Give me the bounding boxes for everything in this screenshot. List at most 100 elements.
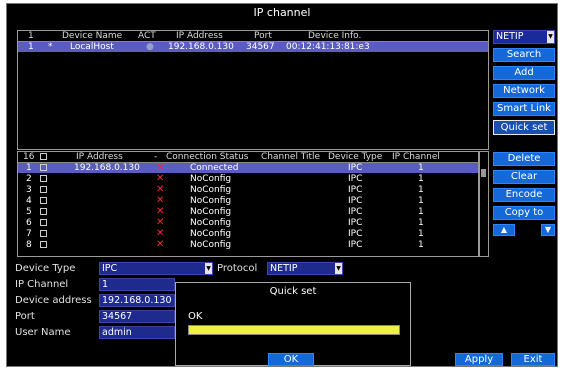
- progress-bar: [188, 325, 400, 335]
- ip-channel-input[interactable]: 1: [99, 278, 175, 291]
- protocol-select[interactable]: NETIP ▼: [267, 262, 343, 275]
- channel-table: 16 IP Address - Connection Status Channe…: [17, 151, 479, 257]
- channel-row-num: 3: [26, 185, 32, 195]
- act-indicator-icon: ●: [146, 42, 154, 52]
- network-button[interactable]: Network: [493, 84, 555, 98]
- header-port: Port: [254, 31, 272, 41]
- dialog-ok-button[interactable]: OK: [268, 353, 314, 366]
- row-checkbox[interactable]: [40, 208, 47, 215]
- port-label: Port: [15, 311, 35, 322]
- channel-row-num: 8: [26, 240, 32, 250]
- header-dash: -: [154, 152, 158, 162]
- channel-row-status: Connected: [190, 163, 239, 173]
- channel-row-device-type: IPC: [348, 207, 363, 217]
- channel-row-ip-channel: 1: [418, 229, 424, 239]
- channel-row-num: 5: [26, 207, 32, 217]
- apply-button[interactable]: Apply: [455, 353, 503, 366]
- channel-row-status: NoConfig: [190, 240, 232, 250]
- channel-row-ip-channel: 1: [418, 218, 424, 228]
- dialog-message: OK: [188, 311, 203, 322]
- scroll-down-button[interactable]: ▼: [541, 224, 555, 236]
- smart-link-button[interactable]: Smart Link: [493, 102, 555, 116]
- protocol-filter-value: NETIP: [496, 31, 524, 42]
- header-ip-channel: IP Channel: [392, 152, 440, 162]
- scrollbar-thumb[interactable]: [481, 169, 486, 177]
- channel-row-ip-channel: 1: [418, 174, 424, 184]
- device-row-mark: *: [48, 42, 53, 52]
- device-row[interactable]: 1 * LocalHost ● 192.168.0.130 34567 00:1…: [18, 42, 488, 52]
- scroll-up-button[interactable]: ▲: [493, 224, 515, 236]
- row-checkbox[interactable]: [40, 241, 47, 248]
- delete-button[interactable]: Delete: [493, 152, 555, 166]
- channel-row-status: NoConfig: [190, 174, 232, 184]
- row-checkbox[interactable]: [40, 219, 47, 226]
- table-row[interactable]: ✕ 3 NoConfig IPC 1: [18, 185, 478, 196]
- table-row[interactable]: ✕ 4 NoConfig IPC 1: [18, 196, 478, 207]
- protocol-filter-select[interactable]: NETIP ▼: [493, 30, 555, 44]
- user-name-input[interactable]: admin: [99, 326, 175, 339]
- device-type-select[interactable]: IPC ▼: [99, 262, 213, 275]
- port-input[interactable]: 34567: [99, 310, 175, 323]
- close-icon[interactable]: ✕: [156, 229, 164, 239]
- encode-button[interactable]: Encode: [493, 188, 555, 202]
- close-icon[interactable]: ✕: [156, 196, 164, 206]
- device-row-info: 00:12:41:13:81:e3: [286, 42, 370, 52]
- channel-row-ip-channel: 1: [418, 207, 424, 217]
- row-checkbox[interactable]: [40, 230, 47, 237]
- dialog-title: Quick set: [269, 286, 317, 297]
- channel-row-device-type: IPC: [348, 185, 363, 195]
- copy-to-button[interactable]: Copy to: [493, 206, 555, 220]
- header-device-type: Device Type: [328, 152, 383, 162]
- clear-button[interactable]: Clear: [493, 170, 555, 184]
- header-act: ACT: [138, 31, 156, 41]
- close-icon[interactable]: ✕: [156, 163, 164, 173]
- search-button[interactable]: Search: [493, 48, 555, 62]
- device-address-input[interactable]: 192.168.0.130: [99, 294, 175, 307]
- row-checkbox[interactable]: [40, 186, 47, 193]
- row-checkbox[interactable]: [40, 164, 47, 171]
- close-icon[interactable]: ✕: [156, 174, 164, 184]
- channel-row-num: 4: [26, 196, 32, 206]
- close-icon[interactable]: ✕: [156, 185, 164, 195]
- add-button[interactable]: Add: [493, 66, 555, 80]
- channel-row-device-type: IPC: [348, 163, 363, 173]
- device-list-table: 1 Device Name ACT IP Address Port Device…: [17, 30, 489, 150]
- channel-row-num: 2: [26, 174, 32, 184]
- table-row[interactable]: ✕ 1 192.168.0.130 Connected IPC 1: [18, 163, 478, 173]
- header-ip-address: IP Address: [76, 152, 123, 162]
- channel-row-status: NoConfig: [190, 229, 232, 239]
- chevron-down-icon: ▼: [335, 263, 342, 274]
- device-row-port: 34567: [246, 42, 275, 52]
- table-row[interactable]: ✕ 5 NoConfig IPC 1: [18, 207, 478, 218]
- channel-row-status: NoConfig: [190, 207, 232, 217]
- channel-row-status: NoConfig: [190, 218, 232, 228]
- channel-row-num: 6: [26, 218, 32, 228]
- channel-row-device-type: IPC: [348, 196, 363, 206]
- table-row[interactable]: ✕ 6 NoConfig IPC 1: [18, 218, 478, 229]
- header-channel-title: Channel Title: [261, 152, 321, 162]
- select-all-checkbox[interactable]: [40, 153, 47, 160]
- close-icon[interactable]: ✕: [156, 240, 164, 250]
- channel-scrollbar[interactable]: [479, 151, 489, 257]
- quick-set-button[interactable]: Quick set: [493, 120, 555, 135]
- device-row-name: LocalHost: [70, 42, 114, 52]
- channel-row-ip-channel: 1: [418, 163, 424, 173]
- ip-channel-window: IP channel 1 Device Name ACT IP Address …: [6, 3, 558, 367]
- channel-row-num: 1: [26, 163, 32, 173]
- row-checkbox[interactable]: [40, 175, 47, 182]
- protocol-value: NETIP: [270, 263, 298, 274]
- channel-row-ip-channel: 1: [418, 196, 424, 206]
- close-icon[interactable]: ✕: [156, 207, 164, 217]
- table-row[interactable]: ✕ 8 NoConfig IPC 1: [18, 240, 478, 251]
- header-device-info: Device Info.: [308, 31, 362, 41]
- close-icon[interactable]: ✕: [156, 218, 164, 228]
- exit-button[interactable]: Exit: [511, 353, 555, 366]
- table-row[interactable]: ✕ 7 NoConfig IPC 1: [18, 229, 478, 240]
- table-row[interactable]: ✕ 2 NoConfig IPC 1: [18, 174, 478, 185]
- window-title: IP channel: [253, 6, 311, 19]
- channel-row-ip-channel: 1: [418, 240, 424, 250]
- header-connection-status: Connection Status: [166, 152, 249, 162]
- row-checkbox[interactable]: [40, 197, 47, 204]
- user-name-label: User Name: [15, 327, 71, 338]
- header-channel-count: 16: [23, 152, 35, 162]
